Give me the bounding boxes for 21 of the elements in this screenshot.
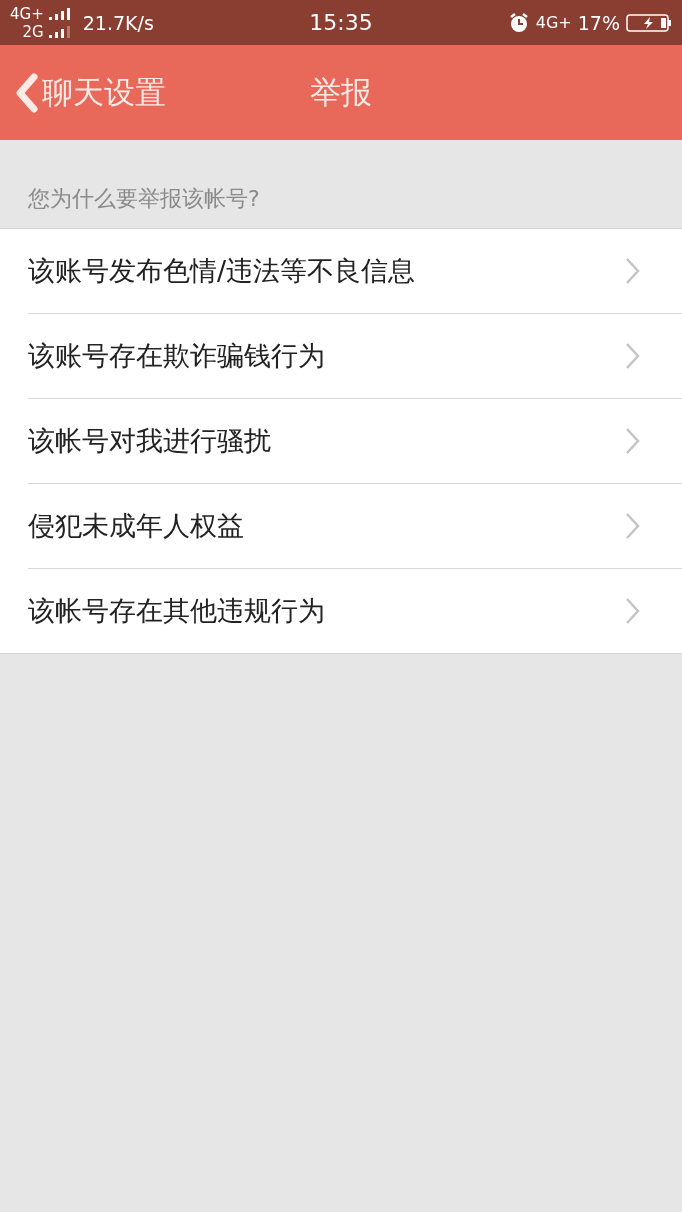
section-label: 您为什么要举报该帐号?	[27, 185, 261, 213]
chevron-right-icon	[624, 597, 640, 625]
chevron-right-icon	[624, 427, 640, 455]
signal-icon	[48, 25, 71, 38]
network-label: 2G	[22, 22, 44, 41]
report-option[interactable]: 该帐号对我进行骚扰	[28, 399, 682, 484]
network-speed: 21.7K/s	[82, 11, 154, 34]
chevron-right-icon	[624, 342, 640, 370]
battery-percent: 17%	[577, 11, 620, 34]
signal-icon	[48, 7, 71, 20]
network-label: 4G+	[10, 4, 44, 23]
network-label: 4G+	[535, 14, 572, 31]
clock: 15:35	[309, 10, 373, 35]
chevron-right-icon	[624, 257, 640, 285]
report-option[interactable]: 该账号存在欺诈骗钱行为	[28, 314, 682, 399]
chevron-right-icon	[624, 512, 640, 540]
battery-icon	[626, 12, 672, 33]
report-option[interactable]: 该账号发布色情/违法等不良信息	[28, 229, 682, 314]
report-option[interactable]: 该帐号存在其他违规行为	[28, 569, 682, 653]
page-title: 举报	[310, 72, 372, 112]
report-option[interactable]: 侵犯未成年人权益	[28, 484, 682, 569]
